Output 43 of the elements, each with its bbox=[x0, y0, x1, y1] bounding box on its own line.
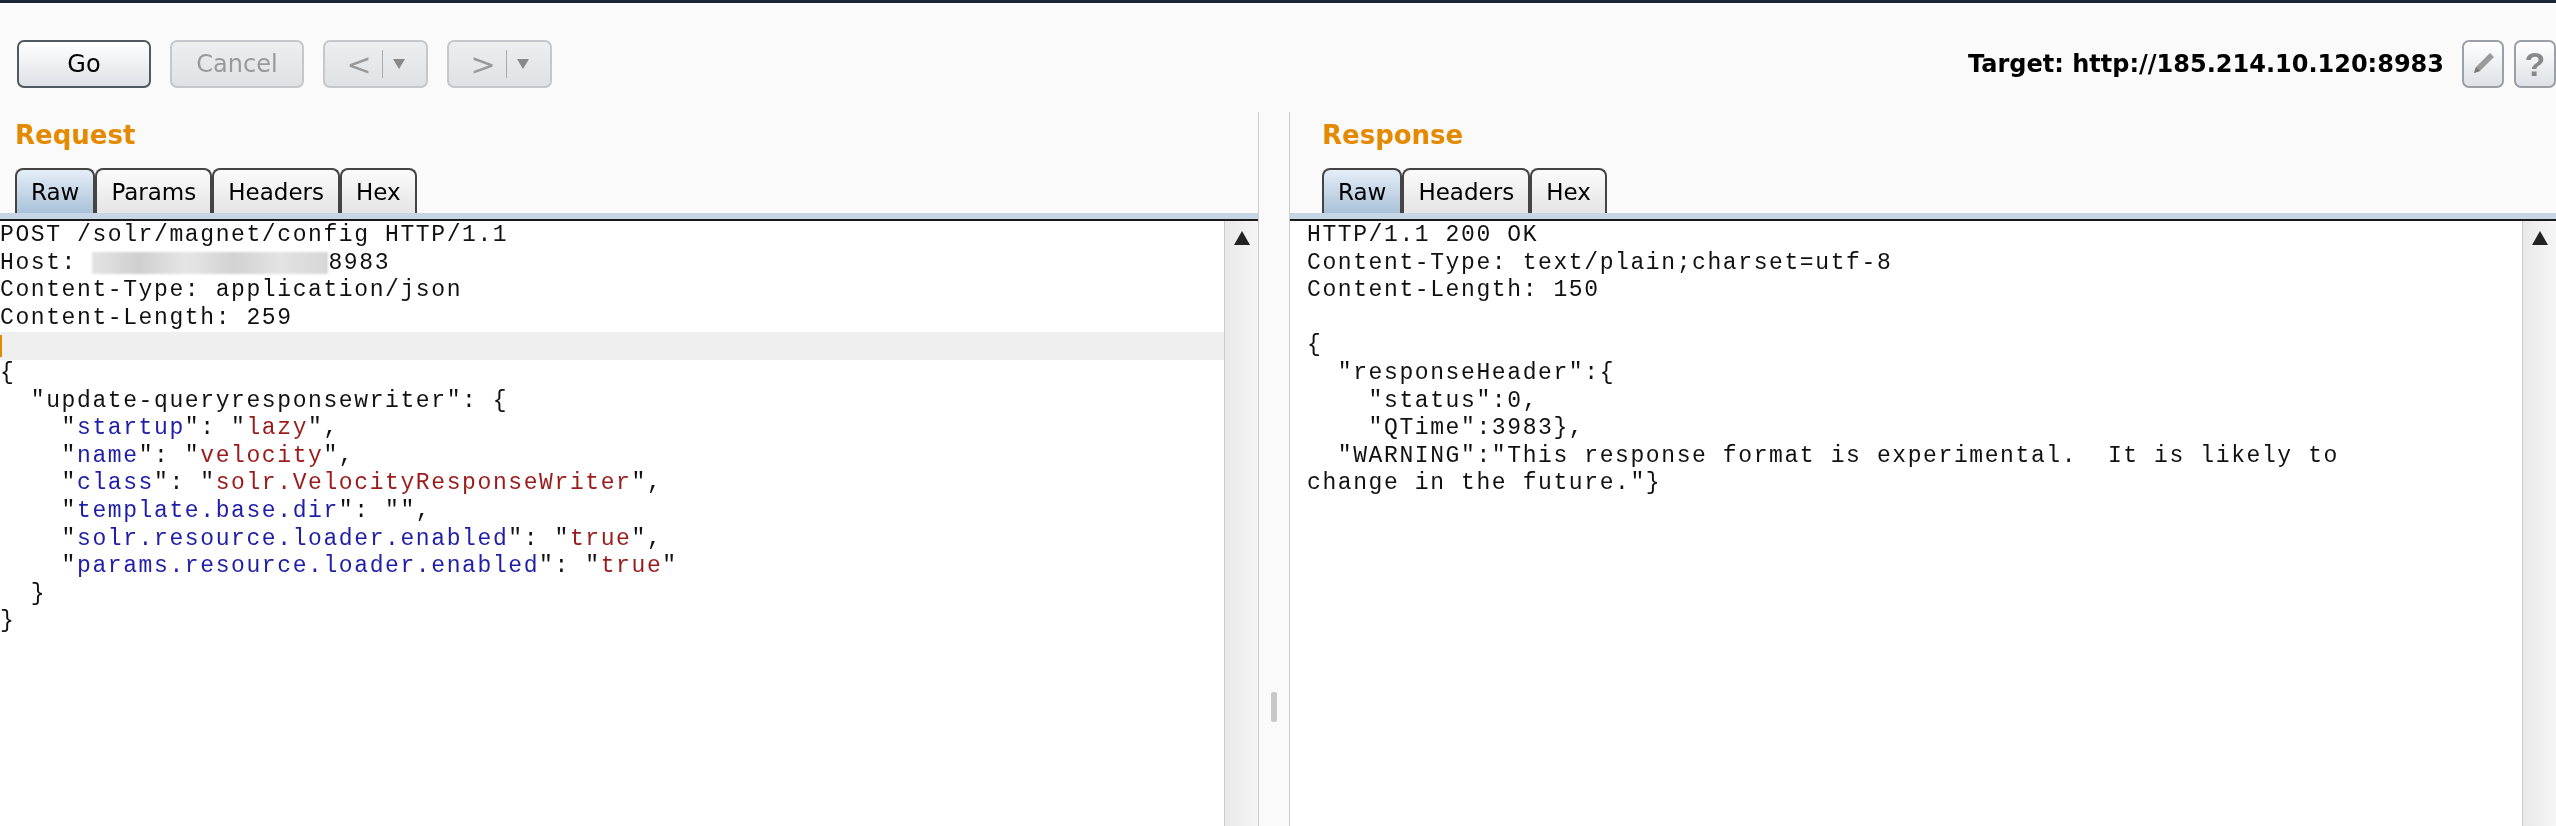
code-line: Content-Type: text/plain;charset=utf-8 bbox=[1307, 249, 1894, 278]
code-line: "responseHeader":{ bbox=[1336, 359, 1617, 388]
code-line: { bbox=[0, 359, 17, 388]
code-line: "status":0, bbox=[1367, 387, 1540, 416]
scrollbar[interactable] bbox=[1224, 221, 1258, 826]
code-line: "params.resource.loader.enabled": "true" bbox=[60, 553, 679, 581]
code-line: "name": "velocity", bbox=[60, 442, 356, 471]
tab[interactable]: Hex bbox=[340, 168, 417, 213]
edit-button[interactable] bbox=[2462, 40, 2504, 88]
caret-icon bbox=[392, 59, 405, 69]
tab[interactable]: Headers bbox=[1402, 168, 1531, 213]
code-line: change in the future."} bbox=[1307, 470, 1663, 498]
code-line: Content-Type: application/json bbox=[0, 277, 464, 305]
tab[interactable]: Raw bbox=[15, 168, 96, 213]
code-text: 8983 bbox=[328, 249, 391, 276]
code-line: Content-Length: 150 bbox=[1307, 277, 1601, 305]
code-line: HTTP/1.1 200 OK bbox=[1307, 222, 1540, 250]
scroll-up-icon bbox=[1233, 231, 1250, 245]
code-line: "template.base.dir": "", bbox=[60, 497, 433, 526]
code-line: } bbox=[29, 580, 48, 609]
code-line: } bbox=[0, 608, 17, 636]
target-label: Target: http://185.214.10.120:8983 bbox=[1968, 50, 2444, 78]
code-line: "class": "solr.VelocityResponseWriter", bbox=[60, 470, 664, 498]
code-line: Content-Length: 259 bbox=[0, 304, 294, 333]
code-line: "WARNING":"This response format is experimental. It is likely to bbox=[1336, 442, 2340, 471]
code-text: Host: bbox=[0, 249, 78, 276]
panel-title: Response bbox=[1321, 119, 1465, 152]
tab[interactable]: Hex bbox=[1530, 168, 1607, 213]
caret-icon bbox=[516, 59, 529, 69]
panel-title: Request bbox=[14, 119, 137, 152]
code-line: { bbox=[1307, 332, 1324, 360]
splitter-handle[interactable] bbox=[1271, 692, 1277, 722]
code-line: "QTime":3983}, bbox=[1367, 415, 1586, 443]
scrollbar[interactable] bbox=[2522, 221, 2556, 826]
code-line: "update-queryresponsewriter": { bbox=[29, 387, 510, 416]
code-line: "solr.resource.loader.enabled": "true", bbox=[60, 525, 664, 554]
code-line: "startup": "lazy", bbox=[60, 415, 340, 443]
scroll-up-icon bbox=[2531, 231, 2548, 245]
code-line: POST /solr/magnet/config HTTP/1.1 bbox=[0, 222, 510, 250]
toolbar-button[interactable]: Go bbox=[17, 40, 151, 88]
tab[interactable]: Headers bbox=[212, 168, 340, 213]
tab[interactable]: Params bbox=[95, 168, 213, 213]
tab[interactable]: Raw bbox=[1322, 168, 1403, 213]
